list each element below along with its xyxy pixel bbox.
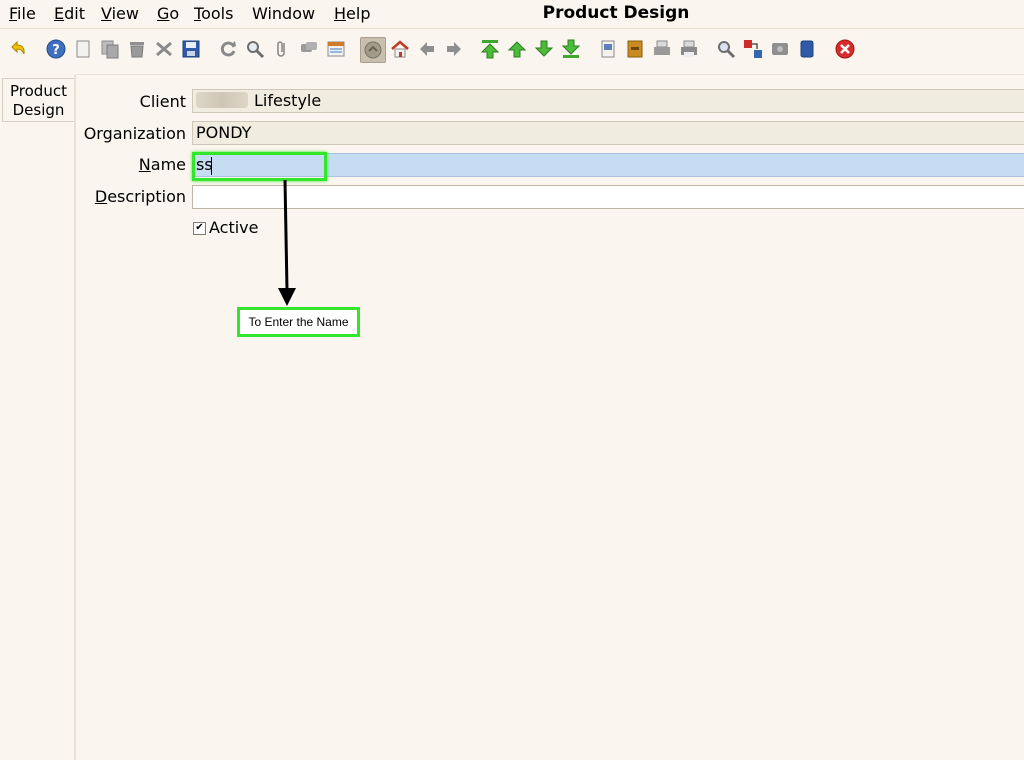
tab-label-line1: Product xyxy=(10,82,67,100)
attachment-icon[interactable] xyxy=(271,38,293,60)
zoom-across-icon[interactable] xyxy=(715,38,737,60)
last-record-icon[interactable] xyxy=(560,38,582,60)
archive-icon[interactable] xyxy=(624,38,646,60)
request-icon[interactable] xyxy=(769,38,791,60)
toolbar: ? xyxy=(0,29,1024,71)
tab-product-design[interactable]: Product Design xyxy=(2,78,74,122)
content-divider xyxy=(76,74,1024,75)
organization-field: PONDY xyxy=(192,121,1024,145)
name-label: Name xyxy=(138,155,186,174)
workflow-icon[interactable] xyxy=(742,38,764,60)
new-record-icon[interactable] xyxy=(72,38,94,60)
description-label: Description xyxy=(94,187,186,206)
tab-label-line2: Design xyxy=(12,101,65,119)
copy-record-icon[interactable] xyxy=(99,38,121,60)
active-checkbox[interactable]: ✔ xyxy=(193,222,206,235)
active-label: Active xyxy=(209,218,259,237)
first-record-icon[interactable] xyxy=(479,38,501,60)
next-record-icon[interactable] xyxy=(533,38,555,60)
home-icon[interactable] xyxy=(389,38,411,60)
annotation-note: To Enter the Name xyxy=(237,307,360,337)
find-icon[interactable] xyxy=(244,38,266,60)
previous-record-icon[interactable] xyxy=(506,38,528,60)
blurred-text xyxy=(196,92,248,108)
back-icon[interactable] xyxy=(416,38,438,60)
undo-icon[interactable] xyxy=(7,38,29,60)
print-icon[interactable] xyxy=(678,38,700,60)
client-label: Client xyxy=(139,92,186,111)
description-input[interactable] xyxy=(192,185,1024,209)
sidebar-divider xyxy=(74,75,76,760)
name-highlight-box xyxy=(192,152,327,181)
close-window-icon[interactable] xyxy=(834,38,856,60)
history-icon[interactable] xyxy=(360,37,386,63)
menu-bar: File Edit View Go Tools Window Help Prod… xyxy=(0,0,1024,29)
client-field: Lifestyle xyxy=(192,89,1024,113)
annotation-arrow xyxy=(278,179,296,306)
report-icon[interactable] xyxy=(597,38,619,60)
chat-icon[interactable] xyxy=(298,38,320,60)
forward-icon[interactable] xyxy=(443,38,465,60)
product-info-icon[interactable] xyxy=(796,38,818,60)
svg-text:?: ? xyxy=(52,43,60,58)
delete-icon[interactable] xyxy=(126,38,148,60)
grid-toggle-icon[interactable] xyxy=(325,38,347,60)
refresh-icon[interactable] xyxy=(217,38,239,60)
window-title: Product Design xyxy=(542,3,690,23)
organization-label: Organization xyxy=(83,124,186,143)
delete-selection-icon[interactable] xyxy=(153,38,175,60)
print-preview-icon[interactable] xyxy=(651,38,673,60)
save-icon[interactable] xyxy=(180,38,202,60)
help-icon[interactable]: ? xyxy=(45,38,67,60)
